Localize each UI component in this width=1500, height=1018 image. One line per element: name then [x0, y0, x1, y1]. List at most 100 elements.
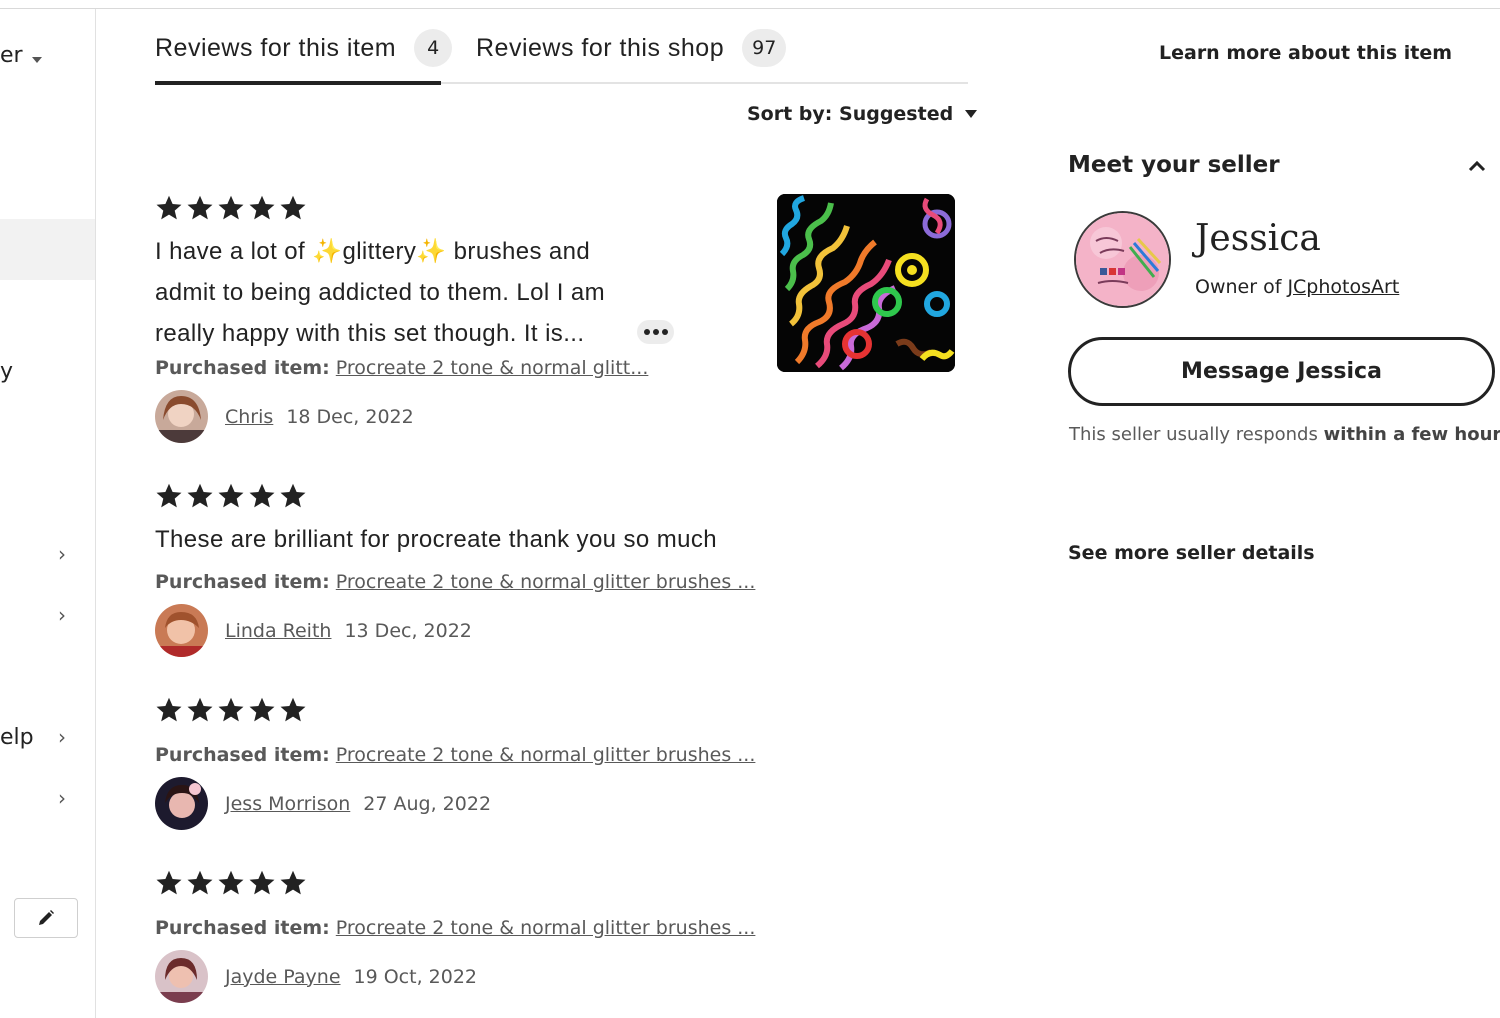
chevron-right-icon[interactable]: ›: [58, 727, 70, 747]
response-time-note: This seller usually responds within a fe…: [1069, 424, 1500, 445]
sidebar-label-partial: er: [0, 43, 23, 68]
star-rating: [155, 482, 307, 510]
responds-prefix: This seller usually responds: [1069, 424, 1324, 445]
purchased-label: Purchased item:: [155, 357, 330, 379]
caret-down-icon[interactable]: [32, 57, 42, 63]
sidebar-label-help: elp: [0, 725, 34, 750]
avatar[interactable]: [155, 777, 208, 830]
owner-prefix: Owner of: [1195, 276, 1288, 298]
active-tab-indicator: [155, 81, 441, 85]
purchased-item-link[interactable]: Procreate 2 tone & normal glitter brushe…: [336, 571, 756, 593]
chevron-up-icon[interactable]: [1467, 158, 1487, 174]
review-date: 18 Dec, 2022: [286, 405, 414, 428]
star-icon: [280, 697, 306, 722]
star-icon: [218, 195, 244, 220]
review-text: I have a lot of ✨glittery✨ brushes and a…: [155, 231, 605, 354]
star-icon: [156, 483, 182, 508]
review-text-line: admit to being addicted to them. Lol I a…: [155, 279, 605, 306]
review-text-line: These are brilliant for procreate thank …: [155, 526, 718, 553]
purchased-item-link[interactable]: Procreate 2 tone & normal glitter brushe…: [336, 917, 756, 939]
star-icon: [187, 195, 213, 220]
shop-link[interactable]: JCphotosArt: [1287, 276, 1399, 298]
reviewer-info: Linda Reith 13 Dec, 2022: [155, 604, 472, 657]
tab-item-reviews[interactable]: Reviews for this item 4: [155, 28, 453, 68]
top-border: [0, 8, 1500, 9]
star-icon: [187, 697, 213, 722]
sidebar-item-selected[interactable]: [0, 219, 95, 280]
see-more-seller-link[interactable]: See more seller details: [1068, 542, 1315, 564]
star-icon: [218, 483, 244, 508]
left-sidebar: er y › › elp › ›: [0, 9, 96, 1018]
learn-more-link[interactable]: Learn more about this item: [1159, 42, 1452, 64]
purchased-item: Purchased item: Procreate 2 tone & norma…: [155, 571, 755, 593]
avatar[interactable]: [155, 604, 208, 657]
reviewer-info: Jess Morrison 27 Aug, 2022: [155, 777, 491, 830]
purchased-label: Purchased item:: [155, 571, 330, 593]
star-rating: [155, 696, 307, 724]
purchased-item: Purchased item: Procreate 2 tone & norma…: [155, 917, 755, 939]
caret-down-icon: [965, 110, 978, 118]
avatar[interactable]: [155, 390, 208, 443]
meet-seller-heading: Meet your seller: [1068, 152, 1280, 178]
review-date: 19 Oct, 2022: [353, 965, 478, 988]
tab-count-badge: 97: [742, 29, 787, 67]
star-rating: [155, 194, 307, 222]
tab-label: Reviews for this item: [155, 33, 397, 62]
reviewer-info: Chris 18 Dec, 2022: [155, 390, 414, 443]
star-rating: [155, 869, 307, 897]
star-icon: [187, 870, 213, 895]
star-icon: [249, 483, 275, 508]
purchased-label: Purchased item:: [155, 744, 330, 766]
review-text: These are brilliant for procreate thank …: [155, 519, 717, 560]
tab-label: Reviews for this shop: [476, 33, 725, 62]
purchased-item-link[interactable]: Procreate 2 tone & normal glitter brushe…: [336, 744, 756, 766]
review-date: 27 Aug, 2022: [363, 792, 492, 815]
reviewer-name-link[interactable]: Jess Morrison: [225, 793, 350, 815]
sort-dropdown[interactable]: Sort by: Suggested: [747, 103, 978, 125]
chevron-right-icon[interactable]: ›: [58, 544, 70, 564]
tab-shop-reviews[interactable]: Reviews for this shop 97: [476, 28, 787, 68]
star-icon: [156, 697, 182, 722]
tab-count-badge: 4: [414, 29, 453, 67]
reviewer-info: Jayde Payne 19 Oct, 2022: [155, 950, 477, 1003]
review-date: 13 Dec, 2022: [344, 619, 472, 642]
review-photo[interactable]: [777, 194, 955, 372]
star-icon: [249, 195, 275, 220]
dot-icon: [661, 329, 668, 335]
reviewer-name-link[interactable]: Jayde Payne: [225, 966, 341, 988]
expand-review-button[interactable]: [637, 320, 674, 344]
purchased-label: Purchased item:: [155, 917, 330, 939]
star-icon: [218, 697, 244, 722]
avatar[interactable]: [155, 950, 208, 1003]
sort-label: Sort by: Suggested: [747, 103, 954, 125]
chevron-right-icon[interactable]: ›: [58, 788, 70, 808]
sidebar-label-partial: y: [0, 359, 14, 384]
review-text-line: really happy with this set though. It is…: [155, 320, 585, 347]
star-icon: [280, 483, 306, 508]
reviewer-name-link[interactable]: Linda Reith: [225, 620, 331, 642]
purchased-item-link[interactable]: Procreate 2 tone & normal glitt...: [336, 357, 649, 379]
star-icon: [156, 870, 182, 895]
purchased-item: Purchased item: Procreate 2 tone & norma…: [155, 357, 648, 379]
edit-button[interactable]: [14, 898, 78, 938]
review-text-line: I have a lot of ✨glittery✨ brushes and: [155, 238, 591, 265]
star-icon: [187, 483, 213, 508]
message-seller-button[interactable]: Message Jessica: [1068, 337, 1495, 406]
star-icon: [280, 195, 306, 220]
star-icon: [280, 870, 306, 895]
dot-icon: [643, 329, 650, 335]
chevron-right-icon[interactable]: ›: [58, 605, 70, 625]
star-icon: [156, 195, 182, 220]
responds-time: within a few hours.: [1323, 424, 1500, 445]
reviewer-name-link[interactable]: Chris: [225, 406, 273, 428]
pencil-icon: [39, 910, 54, 925]
purchased-item: Purchased item: Procreate 2 tone & norma…: [155, 744, 755, 766]
star-icon: [249, 870, 275, 895]
seller-avatar[interactable]: [1074, 211, 1171, 308]
seller-owner-line: Owner of JCphotosArt: [1195, 276, 1399, 298]
seller-name: Jessica: [1195, 218, 1321, 259]
star-icon: [249, 697, 275, 722]
star-icon: [218, 870, 244, 895]
review-tabs: Reviews for this item 4 Reviews for this…: [155, 28, 968, 85]
dot-icon: [652, 329, 659, 335]
